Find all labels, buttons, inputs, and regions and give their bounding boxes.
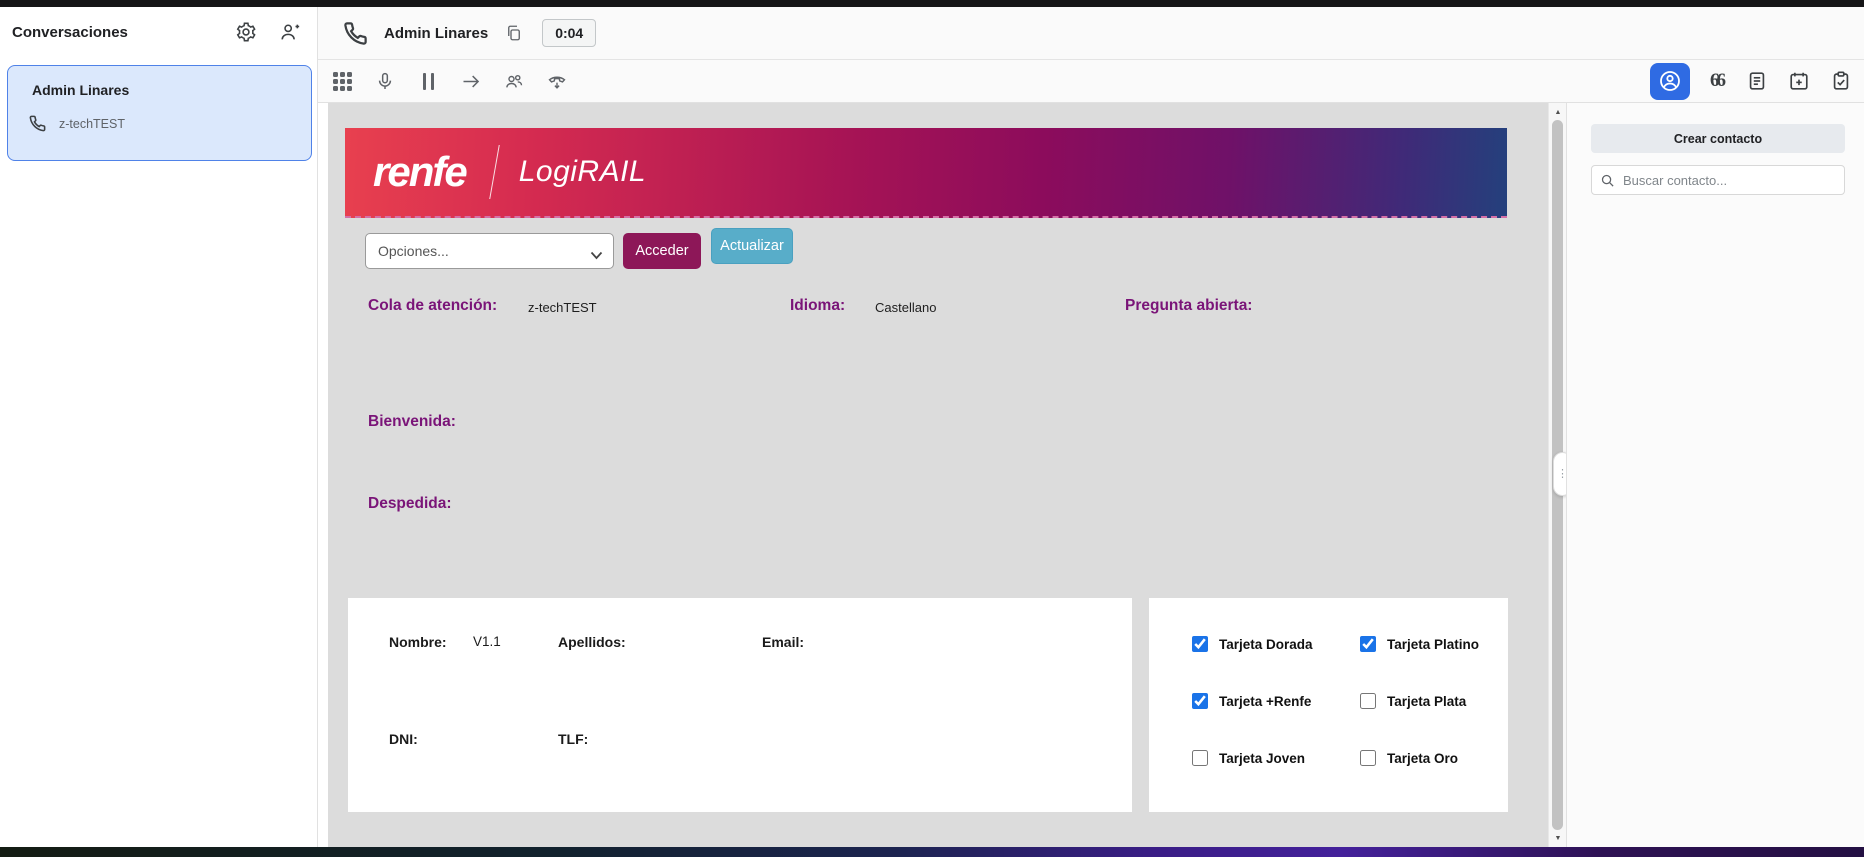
sidebar-title: Conversaciones	[12, 23, 128, 41]
search-icon	[1600, 173, 1615, 188]
tarjeta-plata-item: Tarjeta Plata	[1360, 693, 1466, 709]
logirail-wordmark: LogiRAIL	[518, 155, 647, 188]
contact-tab-active[interactable]	[1650, 62, 1690, 100]
tlf-label: TLF:	[558, 731, 589, 747]
tarjeta-plata-label: Tarjeta Plata	[1387, 693, 1467, 709]
tarjeta-renfe-checkbox[interactable]	[1192, 693, 1208, 709]
calendar-add-icon[interactable]	[1788, 70, 1810, 92]
clipboard-check-icon[interactable]	[1830, 70, 1852, 92]
open-question-label: Pregunta abierta:	[1125, 297, 1253, 314]
caller-name: Admin Linares	[384, 24, 489, 42]
contact-form-panel: Nombre: V1.1 Apellidos: Email: DNI: TLF:	[348, 598, 1132, 812]
tarjeta-dorada-checkbox[interactable]	[1192, 636, 1208, 652]
hangup-phone-icon[interactable]	[547, 71, 567, 91]
surname-label: Apellidos:	[558, 634, 626, 650]
brand-banner: renfe LogiRAIL	[345, 128, 1507, 218]
microphone-icon[interactable]	[375, 71, 395, 91]
scroll-down-icon[interactable]: ▼	[1549, 835, 1567, 842]
conversation-queue: z-techTEST	[59, 116, 125, 131]
tarjeta-plata-checkbox[interactable]	[1360, 693, 1376, 709]
call-phone-icon	[342, 20, 369, 47]
language-value: Castellano	[875, 300, 937, 315]
farewell-label: Despedida:	[368, 495, 452, 512]
app-window: ❮ + Conversaciones	[0, 0, 1864, 857]
person-circle-icon	[1658, 69, 1682, 93]
add-person-icon[interactable]	[279, 21, 301, 43]
brand-separator	[488, 145, 500, 199]
embedded-page: renfe LogiRAIL Opciones... Acceder Actua…	[328, 103, 1548, 847]
tarjeta-oro-label: Tarjeta Oro	[1387, 750, 1459, 766]
tarjeta-dorada-label: Tarjeta Dorada	[1219, 636, 1313, 652]
dni-label: DNI:	[389, 731, 418, 747]
tarjeta-joven-checkbox[interactable]	[1192, 750, 1208, 766]
quotes-icon[interactable]: 66	[1710, 70, 1726, 92]
cards-panel: Tarjeta Dorada Tarjeta Platino Tarjeta +…	[1149, 598, 1508, 812]
contact-search-box	[1591, 165, 1845, 195]
dialpad-icon[interactable]	[332, 71, 352, 91]
tarjeta-oro-checkbox[interactable]	[1360, 750, 1376, 766]
conversation-item[interactable]: Admin Linares z-techTEST	[7, 65, 312, 161]
settings-gear-icon[interactable]	[235, 21, 257, 43]
tarjeta-dorada-item: Tarjeta Dorada	[1192, 636, 1313, 652]
main-left-gutter	[318, 103, 328, 847]
email-label: Email:	[762, 634, 805, 650]
queue-value: z-techTEST	[528, 300, 597, 315]
tarjeta-renfe-label: Tarjeta +Renfe	[1219, 693, 1312, 709]
tarjeta-renfe-item: Tarjeta +Renfe	[1192, 693, 1311, 709]
create-contact-button[interactable]: Crear contacto	[1591, 124, 1845, 153]
acceder-button[interactable]: Acceder	[623, 233, 701, 269]
tarjeta-joven-label: Tarjeta Joven	[1219, 750, 1306, 766]
conversations-sidebar: Conversaciones Admin Linares z-techTEST	[0, 7, 318, 847]
welcome-label: Bienvenida:	[368, 413, 456, 430]
options-select[interactable]: Opciones...	[365, 233, 614, 269]
language-label: Idioma:	[790, 297, 846, 314]
queue-label: Cola de atención:	[368, 297, 498, 314]
conversation-name: Admin Linares	[32, 82, 130, 98]
conference-people-icon[interactable]	[504, 71, 524, 91]
tarjeta-joven-item: Tarjeta Joven	[1192, 750, 1305, 766]
window-bottom-strip	[0, 847, 1864, 857]
tarjeta-platino-checkbox[interactable]	[1360, 636, 1376, 652]
notes-document-icon[interactable]	[1746, 70, 1768, 92]
actualizar-button[interactable]: Actualizar	[711, 228, 793, 264]
contact-panel: Crear contacto	[1566, 103, 1864, 847]
name-value: V1.1	[473, 634, 501, 649]
scroll-up-icon[interactable]: ▲	[1549, 109, 1567, 116]
transfer-arrow-icon[interactable]	[461, 71, 481, 91]
call-toolbar: 66	[318, 60, 1864, 103]
tarjeta-oro-item: Tarjeta Oro	[1360, 750, 1458, 766]
call-timer: 0:04	[542, 19, 597, 47]
pause-icon[interactable]	[418, 71, 438, 91]
active-call-bar: Admin Linares 0:04	[318, 7, 1864, 60]
sidebar-header: Conversaciones	[0, 7, 317, 53]
name-label: Nombre:	[389, 634, 447, 650]
tarjeta-platino-label: Tarjeta Platino	[1387, 636, 1480, 652]
tarjeta-platino-item: Tarjeta Platino	[1360, 636, 1479, 652]
renfe-logo: renfe	[373, 148, 468, 195]
search-contact-input[interactable]	[1623, 172, 1836, 188]
window-top-strip	[0, 0, 1864, 7]
phone-icon	[28, 114, 47, 133]
copy-icon[interactable]	[505, 24, 523, 42]
